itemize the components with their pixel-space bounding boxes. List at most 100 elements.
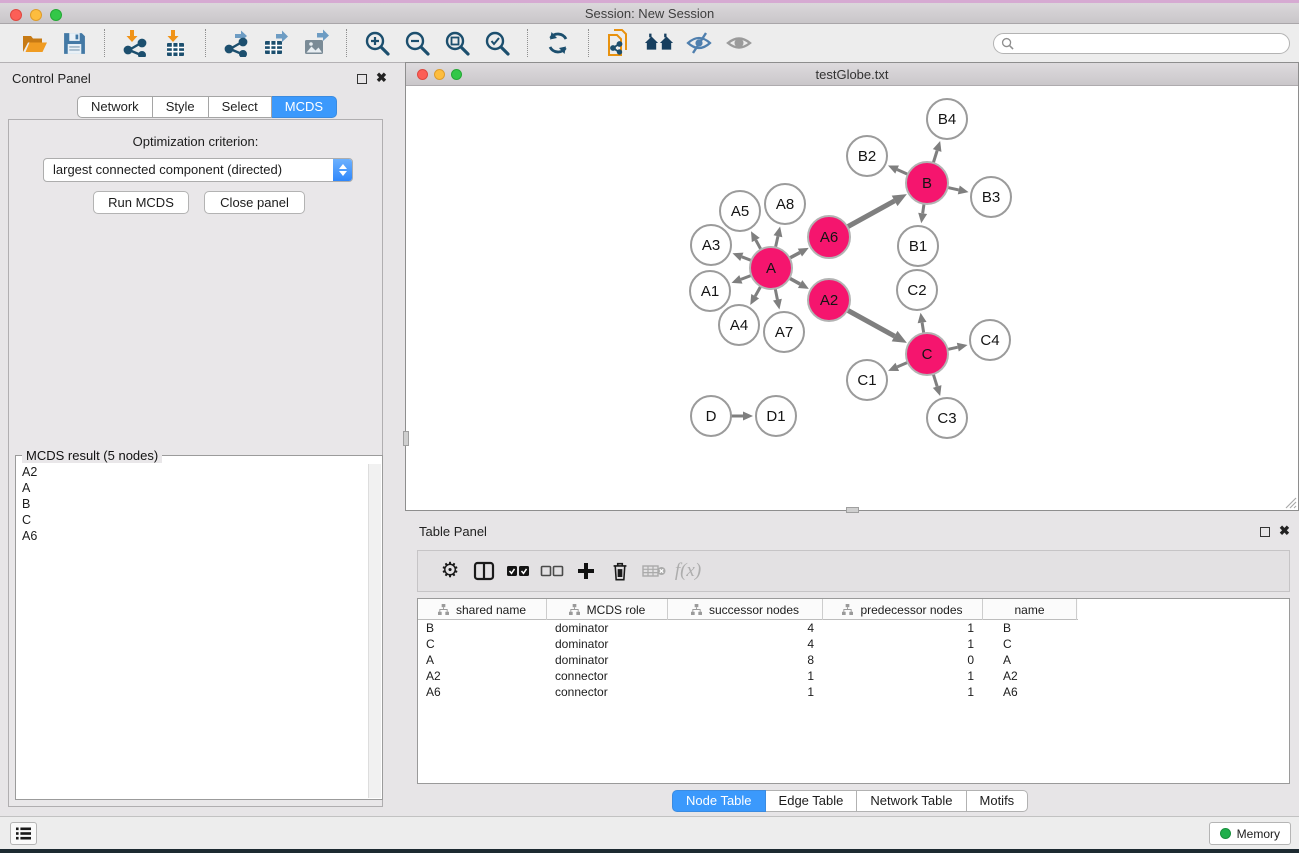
first-neighbors-icon[interactable] (644, 28, 674, 58)
network-canvas[interactable]: B4B2BB3A8A5A6A3B1AA1C2A2A4A7C4CC1DD1C3 (406, 86, 1298, 510)
graph-node-D[interactable]: D (691, 396, 731, 436)
graph-node-A5[interactable]: A5 (720, 191, 760, 231)
graph-node-B4[interactable]: B4 (927, 99, 967, 139)
deselect-all-icon[interactable] (535, 556, 569, 586)
node-table[interactable]: shared nameMCDS rolesuccessor nodesprede… (417, 598, 1290, 784)
tab-edge-table[interactable]: Edge Table (766, 790, 858, 812)
table-cell[interactable]: dominator (547, 636, 668, 652)
column-header[interactable]: MCDS role (547, 599, 668, 620)
show-all-icon[interactable] (724, 28, 754, 58)
new-network-from-selection-icon[interactable] (604, 28, 634, 58)
table-cell[interactable]: A2 (983, 668, 1077, 684)
import-network-icon[interactable] (120, 28, 150, 58)
graph-node-B2[interactable]: B2 (847, 136, 887, 176)
graph-node-D1[interactable]: D1 (756, 396, 796, 436)
table-row[interactable]: A6connector11A6 (418, 684, 1289, 700)
table-cell[interactable]: 1 (668, 684, 823, 700)
tab-network[interactable]: Network (77, 96, 153, 118)
add-column-icon[interactable] (569, 556, 603, 586)
resize-grip-icon[interactable] (1283, 495, 1297, 509)
graph-node-C1[interactable]: C1 (847, 360, 887, 400)
table-cell[interactable]: dominator (547, 620, 668, 636)
graph-node-C[interactable]: C (906, 333, 948, 375)
mcds-result-item[interactable]: A2 (17, 464, 368, 480)
network-window-titlebar[interactable]: testGlobe.txt (406, 63, 1298, 86)
graph-node-B3[interactable]: B3 (971, 177, 1011, 217)
tab-node-table[interactable]: Node Table (672, 790, 766, 812)
select-all-icon[interactable] (501, 556, 535, 586)
column-header[interactable]: shared name (418, 599, 547, 620)
mcds-result-item[interactable]: A (17, 480, 368, 496)
table-cell[interactable]: 1 (823, 620, 983, 636)
splitter-handle-left[interactable] (403, 431, 409, 446)
delete-table-icon[interactable] (637, 556, 671, 586)
table-cell[interactable]: C (983, 636, 1077, 652)
column-header[interactable]: successor nodes (668, 599, 823, 620)
graph-node-A6[interactable]: A6 (808, 216, 850, 258)
zoom-fit-icon[interactable] (442, 28, 472, 58)
tab-motifs[interactable]: Motifs (967, 790, 1029, 812)
zoom-out-icon[interactable] (402, 28, 432, 58)
graph-node-A3[interactable]: A3 (691, 225, 731, 265)
table-cell[interactable]: 8 (668, 652, 823, 668)
table-row[interactable]: Cdominator41C (418, 636, 1289, 652)
float-panel-icon[interactable] (357, 74, 367, 84)
table-cell[interactable]: 1 (668, 668, 823, 684)
table-cell[interactable]: A6 (983, 684, 1077, 700)
tab-mcds[interactable]: MCDS (272, 96, 337, 118)
tab-style[interactable]: Style (153, 96, 209, 118)
table-row[interactable]: Adominator80A (418, 652, 1289, 668)
mcds-result-item[interactable]: C (17, 512, 368, 528)
import-table-icon[interactable] (160, 28, 190, 58)
graph-node-A8[interactable]: A8 (765, 184, 805, 224)
close-table-panel-icon[interactable]: ✖ (1279, 526, 1290, 536)
table-cell[interactable]: 4 (668, 636, 823, 652)
table-cell[interactable]: C (418, 636, 547, 652)
float-table-panel-icon[interactable] (1260, 527, 1270, 537)
table-cell[interactable]: 0 (823, 652, 983, 668)
table-cell[interactable]: connector (547, 668, 668, 684)
run-mcds-button[interactable]: Run MCDS (93, 191, 189, 214)
table-cell[interactable]: B (983, 620, 1077, 636)
refresh-layout-icon[interactable] (543, 28, 573, 58)
zoom-in-icon[interactable] (362, 28, 392, 58)
criterion-dropdown[interactable]: largest connected component (directed) (43, 158, 353, 182)
open-session-icon[interactable] (19, 28, 49, 58)
graph-node-A1[interactable]: A1 (690, 271, 730, 311)
splitter-handle-bottom[interactable] (846, 507, 859, 513)
mcds-list-scrollbar[interactable] (368, 464, 381, 798)
graph-node-A7[interactable]: A7 (764, 312, 804, 352)
graph-node-B1[interactable]: B1 (898, 226, 938, 266)
memory-button[interactable]: Memory (1209, 822, 1291, 845)
table-cell[interactable]: connector (547, 684, 668, 700)
hide-selected-icon[interactable] (684, 28, 714, 58)
table-cell[interactable]: dominator (547, 652, 668, 668)
task-history-button[interactable] (10, 822, 37, 845)
network-graph[interactable]: B4B2BB3A8A5A6A3B1AA1C2A2A4A7C4CC1DD1C3 (406, 86, 1298, 510)
table-cell[interactable]: A2 (418, 668, 547, 684)
mcds-result-item[interactable]: B (17, 496, 368, 512)
table-cell[interactable]: A (983, 652, 1077, 668)
graph-node-A2[interactable]: A2 (808, 279, 850, 321)
table-cell[interactable]: 1 (823, 636, 983, 652)
table-settings-icon[interactable]: ⚙ (433, 556, 467, 586)
table-cell[interactable]: A6 (418, 684, 547, 700)
export-table-icon[interactable] (261, 28, 291, 58)
delete-column-icon[interactable] (603, 556, 637, 586)
table-cell[interactable]: A (418, 652, 547, 668)
table-cell[interactable]: B (418, 620, 547, 636)
graph-node-C2[interactable]: C2 (897, 270, 937, 310)
graph-node-C4[interactable]: C4 (970, 320, 1010, 360)
table-row[interactable]: A2connector11A2 (418, 668, 1289, 684)
export-image-icon[interactable] (301, 28, 331, 58)
table-cell[interactable]: 1 (823, 668, 983, 684)
tab-select[interactable]: Select (209, 96, 272, 118)
function-builder-icon[interactable]: f(x) (671, 556, 705, 586)
graph-node-C3[interactable]: C3 (927, 398, 967, 438)
graph-node-A4[interactable]: A4 (719, 305, 759, 345)
search-input[interactable] (1014, 35, 1289, 52)
table-cell[interactable]: 4 (668, 620, 823, 636)
graph-node-B[interactable]: B (906, 162, 948, 204)
save-session-icon[interactable] (59, 28, 89, 58)
close-panel-button[interactable]: Close panel (204, 191, 305, 214)
